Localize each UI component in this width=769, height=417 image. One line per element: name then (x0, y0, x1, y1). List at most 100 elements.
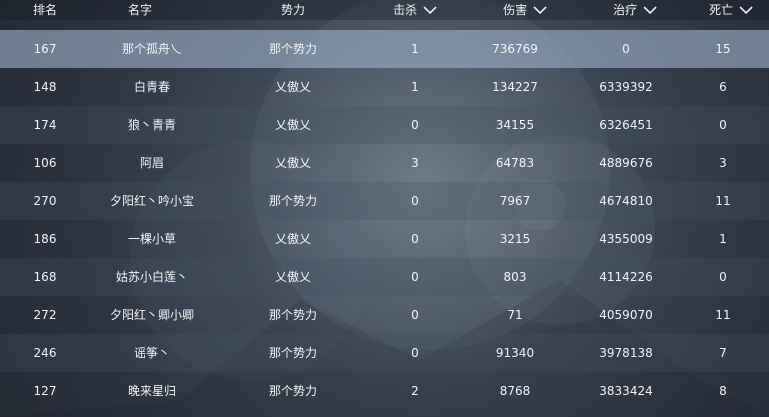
faction-cell: 那个势力 (268, 308, 318, 322)
kills-cell: 0 (411, 270, 419, 284)
heal-cell: 6339392 (599, 80, 653, 94)
damage-cell: 8768 (499, 384, 531, 398)
table-row[interactable]: 167 那个孤舟乀 那个势力 1 736769 0 15 (0, 30, 769, 68)
table-row[interactable]: 270 夕阳红丶吟小宝 那个势力 0 7967 4674810 11 (0, 182, 769, 220)
deaths-cell: 0 (719, 118, 727, 132)
damage-cell: 7967 (499, 194, 531, 208)
deaths-cell: 11 (715, 194, 731, 208)
faction-cell: 那个势力 (268, 194, 318, 208)
kills-cell: 3 (411, 156, 419, 170)
damage-cell: 134227 (492, 80, 538, 94)
faction-cell: 乂傲乂 (274, 232, 312, 246)
player-name-cell: 那个孤舟乀 (121, 42, 183, 56)
header-deaths[interactable]: 死亡 (709, 0, 753, 20)
chevron-down-icon[interactable] (533, 1, 547, 21)
header-rank[interactable]: 排名 (33, 0, 57, 20)
player-name-cell: 谣筝丶 (133, 346, 171, 360)
kills-cell: 0 (411, 346, 419, 360)
battle-stats-board: 排名 名字 势力 击杀 伤害 治疗 死亡 167 那个孤舟乀 那个势力 1 73… (0, 0, 769, 417)
heal-cell: 4355009 (599, 232, 653, 246)
header-kills-label: 击杀 (393, 3, 418, 17)
damage-cell: 71 (507, 308, 523, 322)
kills-cell: 2 (411, 384, 419, 398)
faction-cell: 乂傲乂 (274, 156, 312, 170)
deaths-cell: 3 (719, 156, 727, 170)
table-row[interactable]: 127 晚来星归 那个势力 2 8768 3833424 8 (0, 372, 769, 410)
kills-cell: 1 (411, 80, 419, 94)
faction-cell: 那个势力 (268, 42, 318, 56)
chevron-down-icon[interactable] (423, 1, 437, 21)
deaths-cell: 1 (719, 232, 727, 246)
header-damage-label: 伤害 (503, 3, 528, 17)
heal-cell: 4059070 (599, 308, 653, 322)
kills-cell: 0 (411, 232, 419, 246)
header-faction[interactable]: 势力 (281, 0, 305, 20)
rank-cell: 167 (33, 42, 57, 56)
deaths-cell: 0 (719, 270, 727, 284)
player-name-cell: 狼丶青青 (127, 118, 177, 132)
damage-cell: 34155 (495, 118, 535, 132)
heal-cell: 4889676 (599, 156, 653, 170)
table-row[interactable]: 174 狼丶青青 乂傲乂 0 34155 6326451 0 (0, 106, 769, 144)
damage-cell: 3215 (499, 232, 531, 246)
table-row[interactable]: 148 白青春 乂傲乂 1 134227 6339392 6 (0, 68, 769, 106)
rank-cell: 127 (33, 384, 57, 398)
rank-cell: 270 (33, 194, 57, 208)
heal-cell: 4114226 (599, 270, 653, 284)
table-row[interactable]: 186 一棵小草 乂傲乂 0 3215 4355009 1 (0, 220, 769, 258)
rank-cell: 272 (33, 308, 57, 322)
chevron-down-icon[interactable] (643, 1, 657, 21)
faction-cell: 那个势力 (268, 384, 318, 398)
heal-cell: 4674810 (599, 194, 653, 208)
player-name-cell: 阿眉 (139, 156, 165, 170)
header-deaths-label: 死亡 (709, 3, 734, 17)
faction-cell: 乂傲乂 (274, 270, 312, 284)
table-row[interactable]: 168 姑苏小白莲丶 乂傲乂 0 803 4114226 0 (0, 258, 769, 296)
chevron-down-icon[interactable] (739, 1, 753, 21)
damage-cell: 736769 (492, 42, 538, 56)
header-rank-label: 排名 (32, 3, 58, 17)
header-name[interactable]: 名字 (128, 0, 152, 20)
rank-cell: 246 (33, 346, 57, 360)
heal-cell: 6326451 (599, 118, 653, 132)
player-name-cell: 夕阳红丶卿小卿 (109, 308, 195, 322)
kills-cell: 0 (411, 194, 419, 208)
faction-cell: 那个势力 (268, 346, 318, 360)
player-name-cell: 夕阳红丶吟小宝 (109, 194, 195, 208)
deaths-cell: 7 (719, 346, 727, 360)
rank-cell: 148 (33, 80, 57, 94)
header-faction-label: 势力 (280, 3, 306, 17)
rank-cell: 106 (33, 156, 57, 170)
rank-cell: 174 (33, 118, 57, 132)
player-name-cell: 白青春 (133, 80, 171, 94)
header-heal[interactable]: 治疗 (613, 0, 657, 20)
damage-cell: 64783 (495, 156, 535, 170)
kills-cell: 0 (411, 308, 419, 322)
table-row[interactable]: 106 阿眉 乂傲乂 3 64783 4889676 3 (0, 144, 769, 182)
table-row[interactable]: 272 夕阳红丶卿小卿 那个势力 0 71 4059070 11 (0, 296, 769, 334)
heal-cell: 0 (622, 42, 630, 56)
header-heal-label: 治疗 (613, 3, 638, 17)
player-name-cell: 姑苏小白莲丶 (115, 270, 189, 284)
deaths-cell: 11 (715, 308, 731, 322)
deaths-cell: 8 (719, 384, 727, 398)
heal-cell: 3978138 (599, 346, 653, 360)
rank-cell: 168 (33, 270, 57, 284)
faction-cell: 乂傲乂 (274, 118, 312, 132)
deaths-cell: 15 (715, 42, 731, 56)
deaths-cell: 6 (719, 80, 727, 94)
table-row[interactable]: 246 谣筝丶 那个势力 0 91340 3978138 7 (0, 334, 769, 372)
table-header: 排名 名字 势力 击杀 伤害 治疗 死亡 (0, 0, 769, 20)
damage-cell: 803 (503, 270, 527, 284)
player-name-cell: 一棵小草 (127, 232, 177, 246)
kills-cell: 0 (411, 118, 419, 132)
heal-cell: 3833424 (599, 384, 653, 398)
faction-cell: 乂傲乂 (274, 80, 312, 94)
damage-cell: 91340 (495, 346, 535, 360)
kills-cell: 1 (411, 42, 419, 56)
player-name-cell: 晚来星归 (127, 384, 177, 398)
header-name-label: 名字 (127, 3, 153, 17)
header-kills[interactable]: 击杀 (393, 0, 437, 20)
rank-cell: 186 (33, 232, 57, 246)
header-damage[interactable]: 伤害 (503, 0, 547, 20)
